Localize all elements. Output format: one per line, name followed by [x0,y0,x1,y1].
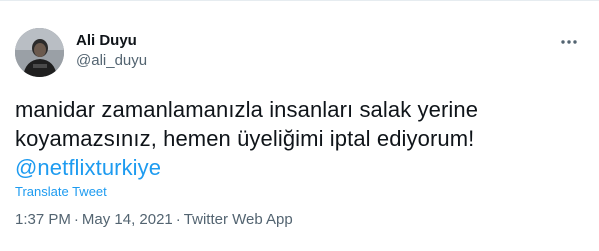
tweet-card: Ali Duyu @ali_duyu manidar zamanlamanızl… [0,0,599,251]
mention-link[interactable]: @netflixturkiye [15,153,585,182]
more-horizontal-icon [561,40,577,44]
meta-separator: · [73,211,79,228]
avatar-image [15,28,64,77]
translate-tweet-link[interactable]: Translate Tweet [15,184,107,200]
tweet-source[interactable]: Twitter Web App [184,211,293,228]
author-handle[interactable]: @ali_duyu [76,52,147,70]
author-display-name[interactable]: Ali Duyu [76,32,147,50]
avatar[interactable] [15,28,64,77]
tweet-metadata: 1:37 PM · May 14, 2021 · Twitter Web App [15,211,293,229]
tweet-text-line: manidar zamanlamanızla insanları salak y… [15,97,479,122]
tweet-date[interactable]: May 14, 2021 [82,211,173,228]
more-options-button[interactable] [557,32,581,52]
meta-separator: · [175,211,181,228]
tweet-time[interactable]: 1:37 PM [15,211,71,228]
tweet-text-line: koyamazsınız, hemen üyeliğimi iptal ediy… [15,126,475,151]
author-info: Ali Duyu @ali_duyu [76,32,147,70]
tweet-text: manidar zamanlamanızla insanları salak y… [15,95,585,182]
